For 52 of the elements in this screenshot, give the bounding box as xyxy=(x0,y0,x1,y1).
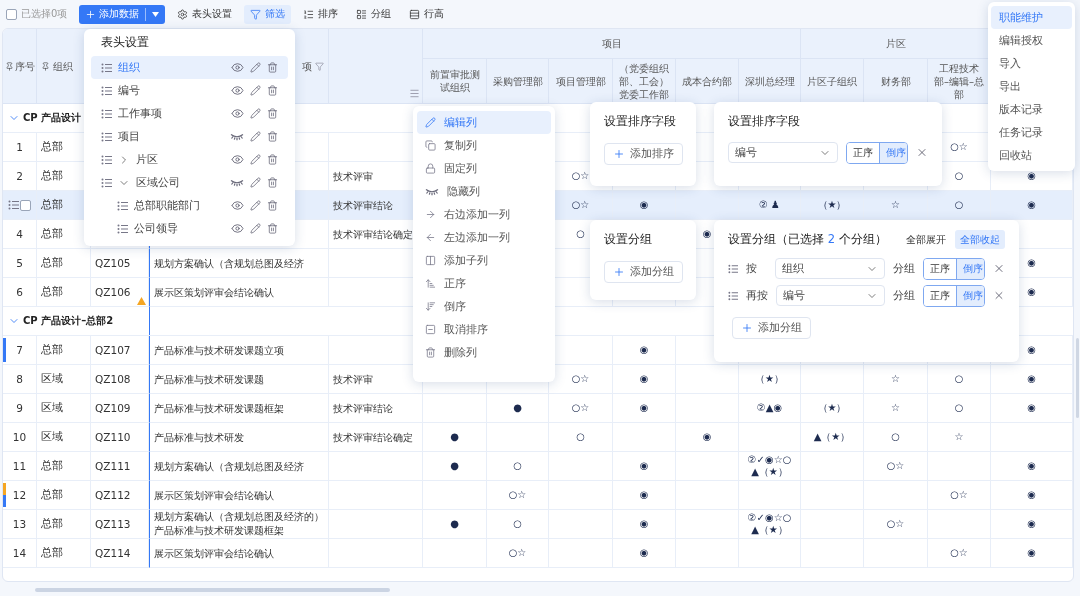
table-cell: 规划方案确认（含规划总图及经济的） xyxy=(154,510,324,524)
table-cell: 总部 xyxy=(37,539,91,568)
column-header: 组织 xyxy=(53,59,73,73)
rule-label: 按 xyxy=(746,261,759,276)
table-cell: 7 xyxy=(16,343,23,357)
table-cell: 展示区策划评审会结论确认 xyxy=(149,539,329,568)
table-cell: 产品标准与技术研发课题框架 xyxy=(154,524,284,538)
column-label: 片区 xyxy=(136,152,159,167)
group-header: 项目 xyxy=(601,37,622,50)
column-header: 项 xyxy=(302,59,312,73)
symbol-text: ②✓◉☆○ xyxy=(747,454,792,466)
table-cell: 展示区策划评审会结论确认 xyxy=(149,278,329,307)
column-header: 财务部 xyxy=(880,74,911,88)
table-cell: ○☆ xyxy=(928,539,991,568)
column-header: 序号 xyxy=(14,59,35,73)
symbol-text: ▲（★） xyxy=(751,524,788,536)
rule-label: 分组 xyxy=(893,288,916,303)
column-header: 片区子组织 xyxy=(807,74,857,88)
table-cell: ○☆ xyxy=(487,539,549,568)
rule-label: 再按 xyxy=(746,288,769,303)
table-cell: 总部 xyxy=(37,278,91,307)
symbol-text: ▲（★） xyxy=(751,466,788,478)
table-cell: 6 xyxy=(3,278,37,307)
panel-title: 设置排序字段 xyxy=(728,114,801,129)
table-cell: QZ114 xyxy=(91,539,149,568)
group-title: CP 产品设计 xyxy=(23,111,82,125)
table-cell: 14 xyxy=(3,539,37,568)
column-header: 成本合约部 xyxy=(682,74,732,88)
panel-title: 表头设置 xyxy=(100,35,150,51)
column-label: 工作事项 xyxy=(118,106,163,121)
rule-label: 分组 xyxy=(892,261,915,276)
table-cell: 12 xyxy=(12,488,27,502)
table-cell: QZ106 xyxy=(95,285,131,299)
column-header: 采购管理部 xyxy=(492,74,543,88)
column-header: 工程技术部–编辑–总部 xyxy=(933,61,985,101)
column-header: 前置审批测试组织 xyxy=(428,68,481,94)
column-label: 项目 xyxy=(118,129,141,144)
panel-title: 设置排序字段 xyxy=(604,114,677,129)
column-label: 编号 xyxy=(118,83,141,98)
group-title: CP 产品设计–总部2 xyxy=(23,314,114,328)
column-label: 公司领导 xyxy=(134,221,179,236)
column-header: 项目管理部 xyxy=(555,74,606,88)
column-header: 深圳总经理 xyxy=(744,74,795,88)
column-label: 组织 xyxy=(118,60,141,75)
table-cell: ◉ xyxy=(991,539,1073,568)
table-cell: ◉ xyxy=(613,539,676,568)
symbol-text: ②✓◉☆○ xyxy=(747,512,792,524)
column-header: （党委组织部、工会）党委工作部 xyxy=(618,61,670,101)
group-header: 片区 xyxy=(885,37,906,50)
column-label: 总部职能部门 xyxy=(134,198,201,213)
selection-count: 已选择0项 xyxy=(21,7,68,21)
column-label: 区域公司 xyxy=(136,175,181,190)
